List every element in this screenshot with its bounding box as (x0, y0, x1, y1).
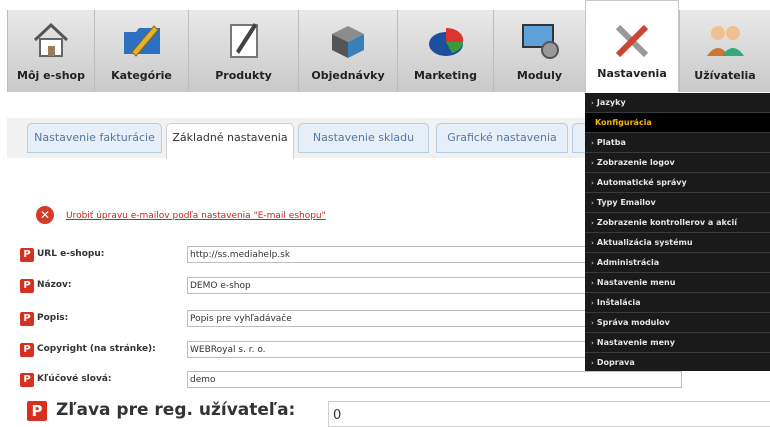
required-badge: P (27, 401, 47, 421)
nav-products[interactable]: Produkty (188, 10, 298, 92)
nav-categories[interactable]: Kategórie (94, 10, 188, 92)
field-label: Copyright (na stránke): (37, 344, 156, 354)
discount-input[interactable]: 0 (328, 401, 770, 427)
required-badge: P (20, 312, 34, 326)
settings-dropdown-menu: › Jazyky Konfigurácia › Platba › Zobrazenie… (585, 93, 770, 371)
nav-label: Moduly (516, 69, 563, 82)
field-label: Názov: (37, 280, 72, 290)
nav-label: Kategórie (111, 69, 172, 82)
bullet-arrow-icon: › (591, 139, 594, 147)
notepad-pencil-icon (229, 23, 258, 58)
bullet-arrow-icon: › (591, 279, 594, 287)
menu-item-shipping[interactable]: › Doprava (585, 353, 770, 373)
required-badge: P (20, 373, 34, 387)
bullet-arrow-icon: › (591, 159, 594, 167)
bullet-arrow-icon: › (591, 239, 594, 247)
box-icon (332, 26, 364, 58)
bullet-arrow-icon: › (591, 219, 594, 227)
bullet-arrow-icon: › (591, 299, 594, 307)
nav-orders[interactable]: Objednávky (298, 10, 397, 92)
menu-item-menu-settings[interactable]: › Nastavenie menu (585, 273, 770, 293)
tab-billing[interactable]: Nastavenie fakturácie (27, 123, 162, 153)
keywords-input[interactable]: demo (187, 371, 682, 388)
top-navigation: Môj e-shop Kategórie Produkty Objednávky… (7, 0, 770, 92)
required-badge: P (20, 343, 34, 357)
menu-item-currency[interactable]: › Nastavenie meny (585, 333, 770, 353)
bullet-arrow-icon: › (591, 199, 594, 207)
bullet-arrow-icon: › (591, 179, 594, 187)
menu-item-system-update[interactable]: › Aktualizácia systému (585, 233, 770, 253)
nav-modules[interactable]: Moduly (493, 10, 585, 92)
field-label: Zľava pre reg. užívateľa: (56, 400, 296, 420)
required-badge: P (20, 248, 34, 262)
folder-pencil-icon (123, 25, 160, 57)
field-row-keywords: P Kľúčové slová: demo (0, 371, 770, 391)
menu-item-configuration[interactable]: Konfigurácia (585, 113, 770, 133)
menu-item-administration[interactable]: › Administrácia (585, 253, 770, 273)
nav-label: Nastavenia (597, 67, 667, 80)
bullet-arrow-icon: › (591, 359, 594, 367)
field-label: URL e-shopu: (37, 249, 105, 259)
menu-item-controllers[interactable]: › Zobrazenie kontrollerov a akcií (585, 213, 770, 233)
nav-users[interactable]: Užívatelia (679, 10, 770, 92)
nav-label: Produkty (215, 69, 272, 82)
bullet-arrow-icon: › (591, 99, 594, 107)
tools-icon (615, 24, 649, 58)
menu-item-languages[interactable]: › Jazyky (585, 93, 770, 113)
nav-settings[interactable]: Nastavenia (585, 0, 679, 92)
bullet-arrow-icon: › (591, 339, 594, 347)
bullet-arrow-icon: › (591, 259, 594, 267)
required-badge: P (20, 279, 34, 293)
users-icon (707, 26, 744, 56)
menu-item-logs[interactable]: › Zobrazenie logov (585, 153, 770, 173)
menu-item-payment[interactable]: › Platba (585, 133, 770, 153)
email-warning-link[interactable]: Urobiť úpravu e-mailov podľa nastavenia … (66, 211, 326, 221)
nav-label: Užívatelia (694, 69, 756, 82)
nav-marketing[interactable]: Marketing (397, 10, 493, 92)
nav-label: Môj e-shop (17, 69, 85, 82)
menu-item-auto-messages[interactable]: › Automatické správy (585, 173, 770, 193)
pie-chart-icon (428, 27, 463, 56)
field-label: Kľúčové slová: (37, 374, 112, 384)
tab-stock[interactable]: Nastavenie skladu (298, 123, 429, 153)
bullet-arrow-icon: › (591, 319, 594, 327)
nav-label: Objednávky (311, 69, 385, 82)
menu-item-installation[interactable]: › Inštalácia (585, 293, 770, 313)
nav-label: Marketing (413, 69, 477, 82)
menu-item-email-types[interactable]: › Typy Emailov (585, 193, 770, 213)
field-label: Popis: (37, 313, 69, 323)
field-row-discount: P Zľava pre reg. užívateľa: 0 (0, 400, 770, 427)
tab-basic[interactable]: Základné nastavenia (166, 123, 294, 159)
tab-graphics[interactable]: Grafické nastavenia (436, 123, 568, 153)
monitor-gears-icon (521, 24, 559, 59)
nav-my-eshop[interactable]: Môj e-shop (7, 10, 94, 92)
home-icon (33, 22, 69, 57)
menu-item-module-management[interactable]: › Správa modulov (585, 313, 770, 333)
error-icon: ✕ (36, 206, 54, 224)
